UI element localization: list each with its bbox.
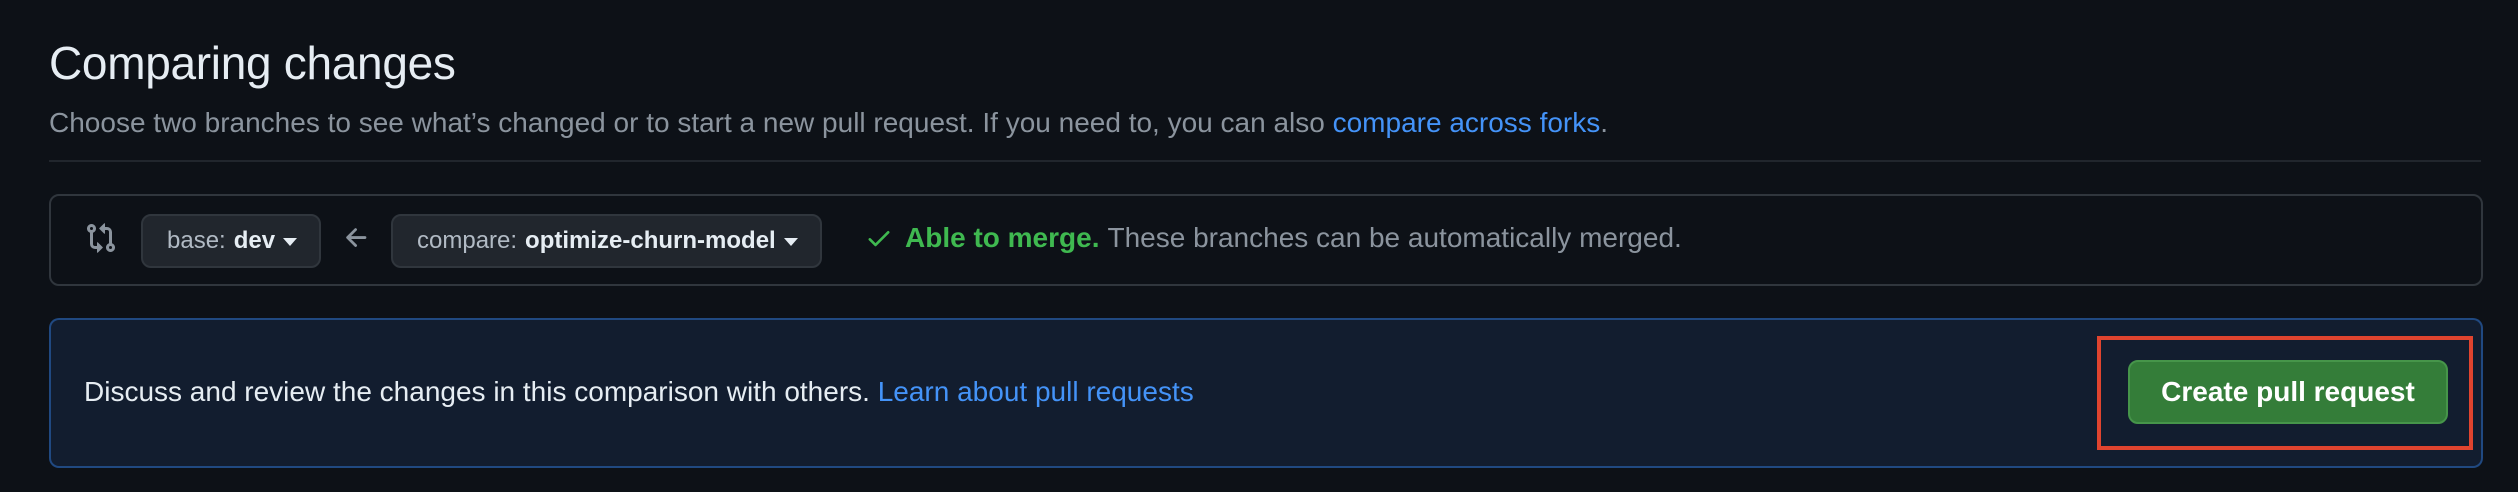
create-pull-request-button[interactable]: Create pull request	[2128, 360, 2448, 424]
banner-text: Discuss and review the changes in this c…	[84, 376, 1194, 408]
git-compare-icon	[87, 223, 116, 253]
range-editor: base: dev compare: optimize-churn-model …	[49, 194, 2483, 286]
compare-page: Comparing changes Choose two branches to…	[0, 0, 2518, 492]
merge-status-message: These branches can be automatically merg…	[1107, 222, 1682, 253]
arrow-left-icon	[346, 228, 367, 247]
learn-pull-requests-link[interactable]: Learn about pull requests	[878, 376, 1194, 407]
merge-status: Able to merge. These branches can be aut…	[865, 222, 1682, 254]
triangle-down-icon	[783, 238, 798, 246]
merge-status-label: Able to merge.	[905, 222, 1100, 253]
banner-message: Discuss and review the changes in this c…	[84, 376, 878, 407]
subtitle-text: Choose two branches to see what’s change…	[49, 107, 1333, 138]
base-prefix: base:	[167, 227, 226, 254]
triangle-down-icon	[283, 238, 298, 246]
compare-prefix: compare:	[417, 227, 518, 254]
compare-forks-link[interactable]: compare across forks	[1333, 107, 1601, 138]
compare-branch-name: optimize-churn-model	[525, 227, 776, 254]
page-subtitle: Choose two branches to see what’s change…	[49, 107, 1608, 139]
header-divider	[49, 160, 2481, 162]
base-branch-button[interactable]: base: dev	[141, 214, 322, 268]
compare-branch-button[interactable]: compare: optimize-churn-model	[391, 214, 822, 268]
check-icon	[868, 231, 890, 247]
page-title: Comparing changes	[49, 37, 456, 89]
base-branch-name: dev	[233, 227, 276, 254]
subtitle-end: .	[1600, 107, 1609, 138]
